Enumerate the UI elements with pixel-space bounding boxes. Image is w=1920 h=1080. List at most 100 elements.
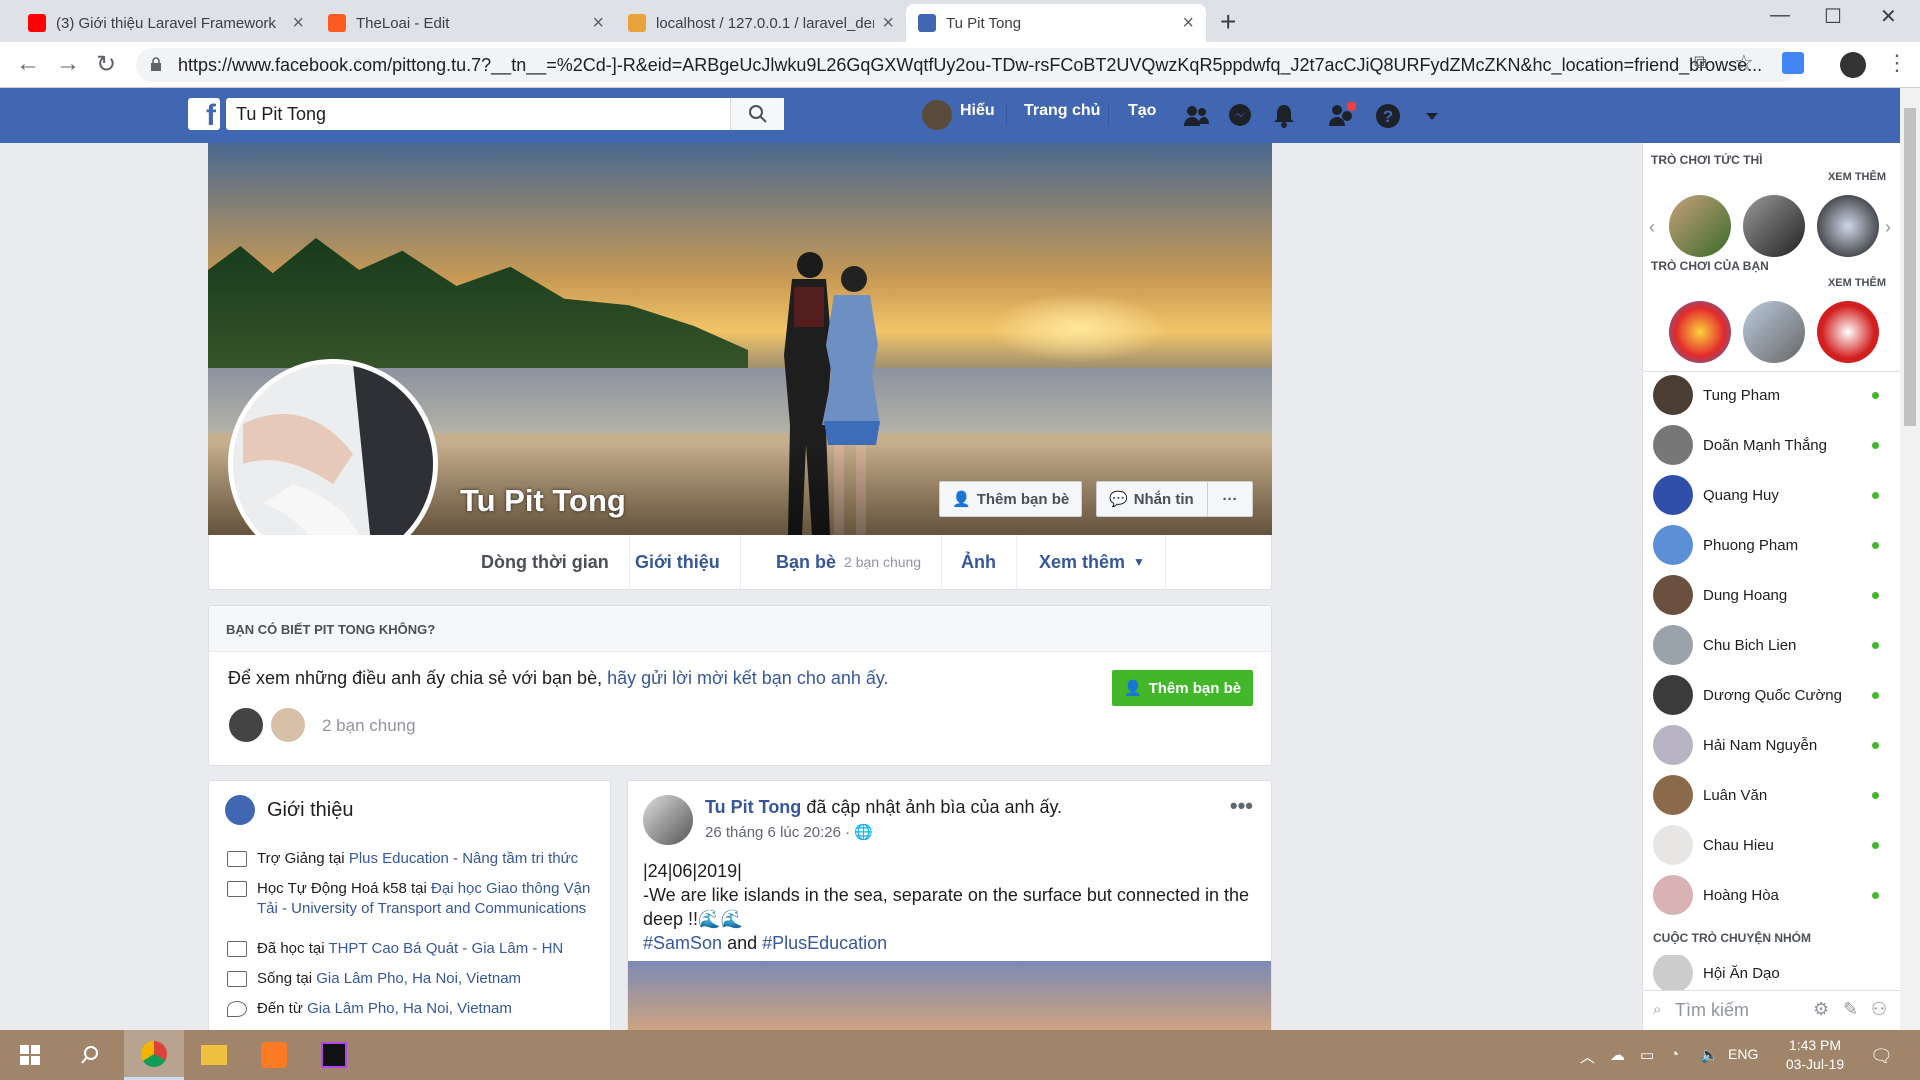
phpstorm-taskbar-icon[interactable] xyxy=(304,1030,364,1080)
browser-tab-facebook[interactable]: Tu Pit Tong × xyxy=(906,4,1206,42)
google-translate-extension-icon[interactable] xyxy=(1782,52,1804,74)
user-avatar[interactable] xyxy=(922,100,952,130)
your-game-thumbnail[interactable] xyxy=(1669,301,1731,363)
minimize-icon[interactable]: — xyxy=(1770,4,1790,27)
chat-friend[interactable]: Tung Pham xyxy=(1653,375,1893,415)
chat-friend[interactable]: Chau Hieu xyxy=(1653,825,1893,865)
search-icon[interactable] xyxy=(60,1030,120,1080)
tab-photos[interactable]: Ảnh xyxy=(941,535,1017,589)
hashtag-link[interactable]: #PlusEducation xyxy=(762,933,887,953)
nav-user-name[interactable]: Hiếu xyxy=(960,102,995,120)
close-icon[interactable]: × xyxy=(882,12,894,35)
compose-icon[interactable]: ✎ xyxy=(1843,999,1858,1020)
mutual-friend-avatar[interactable] xyxy=(227,706,265,744)
intro-link[interactable]: Plus Education - Nâng tầm tri thức xyxy=(349,850,578,867)
see-more-link[interactable]: XEM THÊM xyxy=(1828,171,1886,183)
profile-avatar[interactable] xyxy=(1840,52,1866,78)
maximize-icon[interactable]: ☐ xyxy=(1824,4,1842,29)
intro-link[interactable]: THPT Cao Bá Quát - Gia Lâm - HN xyxy=(328,940,563,957)
tab-friends[interactable]: Bạn bè 2 bạn chung xyxy=(756,535,943,589)
instant-game-thumbnail[interactable] xyxy=(1743,195,1805,257)
forward-icon[interactable]: → xyxy=(56,50,80,78)
messenger-icon[interactable] xyxy=(1226,102,1254,130)
mutual-friends-label[interactable]: 2 bạn chung xyxy=(322,716,416,736)
translate-icon[interactable]: ⧉ xyxy=(1694,52,1707,73)
chat-friend[interactable]: Luân Văn xyxy=(1653,775,1893,815)
volume-icon[interactable]: 🔈 xyxy=(1700,1046,1719,1064)
mutual-friend-avatar[interactable] xyxy=(269,706,307,744)
chat-friend[interactable]: Doãn Mạnh Thắng xyxy=(1653,425,1893,465)
scrollbar-thumb[interactable] xyxy=(1904,108,1916,426)
nav-home[interactable]: Trang chủ xyxy=(1024,102,1100,120)
add-friend-green-button[interactable]: 👤 Thêm bạn bè xyxy=(1112,670,1253,706)
cloud-icon[interactable]: ☁ xyxy=(1610,1046,1625,1064)
friends-nearby-icon[interactable] xyxy=(1328,102,1356,130)
chat-friend[interactable]: Quang Huy xyxy=(1653,475,1893,515)
group-chat-item[interactable]: Hội Ăn Dạo xyxy=(1653,955,1893,991)
facebook-logo[interactable]: f xyxy=(188,98,220,132)
browser-tab-youtube[interactable]: (3) Giới thiệu Laravel Framework × xyxy=(16,4,316,42)
intro-link[interactable]: Gia Lâm Pho, Ha Noi, Vietnam xyxy=(307,1000,512,1017)
send-request-link[interactable]: hãy gửi lời mời kết bạn cho anh ấy. xyxy=(607,668,888,688)
back-icon[interactable]: ← xyxy=(16,50,40,78)
notifications-icon[interactable]: 🗨 xyxy=(1870,1046,1893,1067)
chat-friend[interactable]: Chu Bich Lien xyxy=(1653,625,1893,665)
tab-more[interactable]: Xem thêm ▼ xyxy=(1019,535,1166,589)
chevron-right-icon[interactable]: › xyxy=(1885,217,1891,238)
bookmark-star-icon[interactable]: ☆ xyxy=(1734,50,1754,76)
add-friend-button[interactable]: 👤 Thêm bạn bè xyxy=(939,481,1083,517)
tab-about[interactable]: Giới thiệu xyxy=(615,535,741,589)
chevron-left-icon[interactable]: ‹ xyxy=(1649,217,1655,238)
facebook-search-input[interactable]: Tu Pit Tong xyxy=(226,98,784,130)
chat-friend[interactable]: Hải Nam Nguyễn xyxy=(1653,725,1893,765)
close-icon[interactable]: × xyxy=(1182,12,1194,35)
chat-search-input[interactable]: ⌕ Tìm kiếm ⚙ ✎ ⚇ xyxy=(1643,990,1901,1030)
taskbar-clock[interactable]: 1:43 PM 03-Jul-19 xyxy=(1770,1036,1860,1074)
post-image[interactable] xyxy=(628,961,1271,1030)
profile-more-button[interactable]: ··· xyxy=(1207,481,1253,517)
profile-name[interactable]: Tu Pit Tong xyxy=(460,483,626,519)
instant-game-thumbnail[interactable] xyxy=(1817,195,1879,257)
url-field[interactable]: https://www.facebook.com/pittong.tu.7?__… xyxy=(136,48,1798,82)
chrome-taskbar-icon[interactable] xyxy=(124,1030,184,1080)
chat-friend[interactable]: Phuong Pham xyxy=(1653,525,1893,565)
intro-link[interactable]: Gia Lâm Pho, Ha Noi, Vietnam xyxy=(316,970,521,987)
battery-icon[interactable]: ▭ xyxy=(1640,1046,1654,1064)
nav-create[interactable]: Tạo xyxy=(1128,102,1156,120)
xampp-taskbar-icon[interactable] xyxy=(244,1030,304,1080)
your-game-thumbnail[interactable] xyxy=(1817,301,1879,363)
create-group-icon[interactable]: ⚇ xyxy=(1871,999,1887,1020)
search-button[interactable] xyxy=(730,98,784,130)
windows-start-icon[interactable] xyxy=(0,1030,60,1080)
browser-tab-theloai[interactable]: TheLoai - Edit × xyxy=(316,4,616,42)
message-button[interactable]: 💬 Nhắn tin xyxy=(1096,481,1208,517)
tray-chevron-icon[interactable]: ︿ xyxy=(1580,1046,1595,1067)
post-timestamp[interactable]: 26 tháng 6 lúc 20:26 · 🌐 xyxy=(705,823,873,841)
reload-icon[interactable]: ↻ xyxy=(96,50,116,79)
chat-friend[interactable]: Dương Quốc Cường xyxy=(1653,675,1893,715)
friend-requests-icon[interactable] xyxy=(1182,102,1210,130)
instant-game-thumbnail[interactable] xyxy=(1669,195,1731,257)
see-more-link[interactable]: XEM THÊM xyxy=(1828,277,1886,289)
hashtag-link[interactable]: #SamSon xyxy=(643,933,722,953)
post-author-avatar[interactable] xyxy=(643,795,693,845)
menu-icon[interactable]: ⋮ xyxy=(1886,50,1908,76)
lock-icon[interactable] xyxy=(150,57,162,71)
your-game-thumbnail[interactable] xyxy=(1743,301,1805,363)
notifications-icon[interactable] xyxy=(1270,102,1298,130)
file-explorer-taskbar-icon[interactable] xyxy=(184,1030,244,1080)
wifi-icon[interactable]: ◔ xyxy=(1670,1046,1679,1063)
post-options-button[interactable]: ••• xyxy=(1230,793,1253,819)
gear-icon[interactable]: ⚙ xyxy=(1813,999,1829,1020)
help-icon[interactable]: ? xyxy=(1374,102,1402,130)
chat-friend[interactable]: Hoàng Hòa xyxy=(1653,875,1893,915)
account-dropdown-icon[interactable] xyxy=(1418,102,1446,130)
window-close-icon[interactable]: ✕ xyxy=(1880,4,1897,29)
browser-tab-phpmyadmin[interactable]: localhost / 127.0.0.1 / laravel_den × xyxy=(616,4,906,42)
close-icon[interactable]: × xyxy=(592,12,604,35)
chat-friend[interactable]: Dung Hoang xyxy=(1653,575,1893,615)
post-author-link[interactable]: Tu Pit Tong xyxy=(705,797,801,817)
close-icon[interactable]: × xyxy=(292,12,304,35)
page-scrollbar[interactable] xyxy=(1900,88,1920,1030)
new-tab-button[interactable]: + xyxy=(1220,6,1236,38)
